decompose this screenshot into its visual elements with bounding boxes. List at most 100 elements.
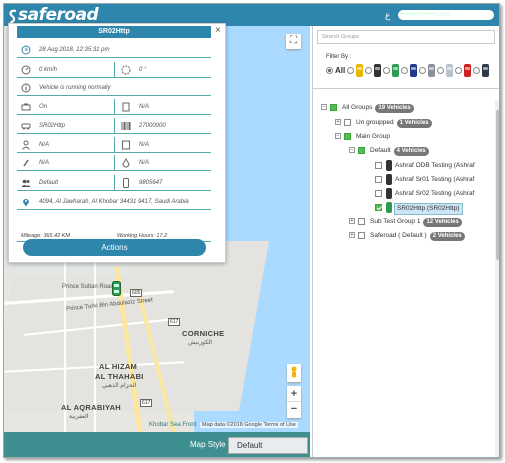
collapse-toggle[interactable]: − xyxy=(321,104,327,110)
heading-text: 0 ° xyxy=(139,67,147,73)
tree-node-vehicle[interactable]: Ashraf Sr02 Testing (Ashraf xyxy=(375,188,495,200)
filter-radio[interactable] xyxy=(347,67,354,74)
tree-checkbox[interactable] xyxy=(344,133,351,140)
language-icon[interactable]: ع xyxy=(385,10,390,21)
zoom-in-button[interactable]: + xyxy=(287,386,301,402)
vehicle-count-badge: 19 Vehicles xyxy=(375,104,414,113)
clock-icon xyxy=(21,45,31,55)
filter-radio[interactable] xyxy=(383,67,390,74)
car-color-icon xyxy=(410,64,417,77)
tree-checkbox[interactable] xyxy=(375,204,382,211)
expand-toggle[interactable]: + xyxy=(349,218,355,224)
tree-label: Main Group xyxy=(356,133,390,140)
status-text: Vehicle is running normally xyxy=(39,85,111,91)
tree-node-ungrouped[interactable]: + Un groupped 1 Vehicles xyxy=(335,117,495,129)
close-icon[interactable]: × xyxy=(215,25,221,36)
road-shield: 617 xyxy=(168,318,181,326)
tree-node-sub-test-group[interactable]: + Sub Test Group 1 12 Vehicles xyxy=(349,216,495,228)
filter-radio[interactable] xyxy=(473,67,480,74)
tree-node-saferoad[interactable]: + Saferoad ( Default ) 2 Vehicles xyxy=(349,230,495,242)
tree-label-text: Sub Test Group 1 xyxy=(370,218,421,225)
filter-radio[interactable] xyxy=(419,67,426,74)
scrollbar-thumb[interactable] xyxy=(496,110,499,260)
popup-row-engine: On N/A xyxy=(17,99,211,115)
map-label: Prince Sultan Road xyxy=(62,284,114,290)
divider xyxy=(114,155,115,171)
vehicle-info-popup: SR02Http × 28 Aug 2018, 12:35:31 pm 0 km… xyxy=(8,23,226,263)
divider xyxy=(114,118,115,134)
heading-compass-icon xyxy=(121,65,131,75)
tree-checkbox[interactable] xyxy=(358,218,365,225)
tree-node-vehicle[interactable]: Ashraf ODB Testing (Ashraf xyxy=(375,160,495,172)
filter-radio[interactable] xyxy=(437,67,444,74)
tree-node-vehicle[interactable]: Ashraf Sr01 Testing (Ashraf xyxy=(375,174,495,186)
tree-checkbox[interactable] xyxy=(375,176,382,183)
car-color-icon xyxy=(446,64,453,77)
tree-checkbox[interactable] xyxy=(358,147,365,154)
collapse-toggle[interactable]: − xyxy=(349,147,355,153)
divider xyxy=(114,175,115,191)
tree-checkbox[interactable] xyxy=(344,119,351,126)
vehicle-car-icon xyxy=(386,188,392,199)
tree-checkbox[interactable] xyxy=(375,190,382,197)
fullscreen-icon[interactable]: ⛶ xyxy=(286,34,301,49)
street-view-pegman-icon[interactable] xyxy=(287,364,301,382)
user-account-pill[interactable]: ••••••@••••••••.com xyxy=(398,10,494,20)
map-label: AL HIZAM xyxy=(99,362,138,371)
speed-text: 0 km/h xyxy=(39,67,58,73)
vehicle-marker-icon[interactable] xyxy=(112,281,121,296)
car-color-icon xyxy=(374,64,381,77)
tree-label: All Groups 19 Vehicles xyxy=(342,103,414,113)
tree-node-all-groups[interactable]: − All Groups 19 Vehicles xyxy=(321,102,491,114)
filter-all-label: All xyxy=(335,66,346,75)
filter-all-radio[interactable] xyxy=(326,67,333,74)
map-attribution[interactable]: Map data ©2018 Google Terms of Use xyxy=(200,422,298,428)
map-label: الحزام الذهبي xyxy=(102,383,137,389)
vehicle-count-badge: 12 Vehicles xyxy=(423,218,462,227)
tree-checkbox[interactable] xyxy=(330,104,337,111)
popup-title: SR02Http xyxy=(17,26,211,38)
panel-scrollbar[interactable] xyxy=(495,100,499,457)
popup-row-datetime: 28 Aug 2018, 12:35:31 pm xyxy=(17,42,211,58)
tree-label: SR02Http (SR02Http) xyxy=(394,203,463,215)
popup-row-driver: N/A N/A xyxy=(17,137,211,153)
search-groups-input[interactable]: Search Groups xyxy=(317,30,495,44)
car-color-icon xyxy=(392,64,399,77)
driver-text: N/A xyxy=(39,142,50,148)
map-style-select[interactable]: Default xyxy=(228,437,308,454)
road-shield: 617 xyxy=(140,399,153,407)
engine-extra-text: N/A xyxy=(139,104,150,110)
expand-toggle[interactable]: + xyxy=(349,232,355,238)
map-label: AL AQRABIYAH xyxy=(61,403,121,412)
car-color-icon xyxy=(464,64,471,77)
tree-node-vehicle-selected[interactable]: SR02Http (SR02Http) xyxy=(375,202,495,215)
zoom-out-button[interactable]: − xyxy=(287,402,301,417)
vehicle-count-badge: 4 Vehicles xyxy=(393,147,429,156)
speedometer-icon xyxy=(21,65,31,75)
car-color-icon xyxy=(482,64,489,77)
group-users-icon xyxy=(21,179,31,187)
tree-checkbox[interactable] xyxy=(375,162,382,169)
filter-radio[interactable] xyxy=(455,67,462,74)
tree-node-main-group[interactable]: − Main Group xyxy=(335,131,495,143)
expand-toggle[interactable]: + xyxy=(335,119,341,125)
info-icon xyxy=(21,83,31,93)
popup-row-group: Default 9805647 xyxy=(17,175,211,191)
tree-checkbox[interactable] xyxy=(358,232,365,239)
filter-radio[interactable] xyxy=(365,67,372,74)
popup-row-temperature: N/A N/A xyxy=(17,155,211,171)
saferoad-logo: saferoad xyxy=(18,5,99,25)
collapse-toggle[interactable]: − xyxy=(335,133,341,139)
road-shield: 605 xyxy=(130,289,143,297)
map-label: العقربية xyxy=(69,414,89,420)
tree-label: Ashraf Sr01 Testing (Ashraf xyxy=(395,176,475,183)
actions-button[interactable]: Actions xyxy=(23,239,206,256)
tree-label: Un groupped 1 Vehicles xyxy=(356,118,432,128)
popup-row-speed: 0 km/h 0 ° xyxy=(17,62,211,78)
tree-node-default[interactable]: − Default 4 Vehicles xyxy=(349,145,495,157)
serial-text: 27000000 xyxy=(139,123,166,129)
filter-radio[interactable] xyxy=(401,67,408,74)
tree-label: Sub Test Group 1 12 Vehicles xyxy=(370,217,462,227)
address-text: 4094, Al Jawharah, Al Khobar 34431 9417,… xyxy=(39,199,189,205)
humidity-icon xyxy=(122,158,130,168)
